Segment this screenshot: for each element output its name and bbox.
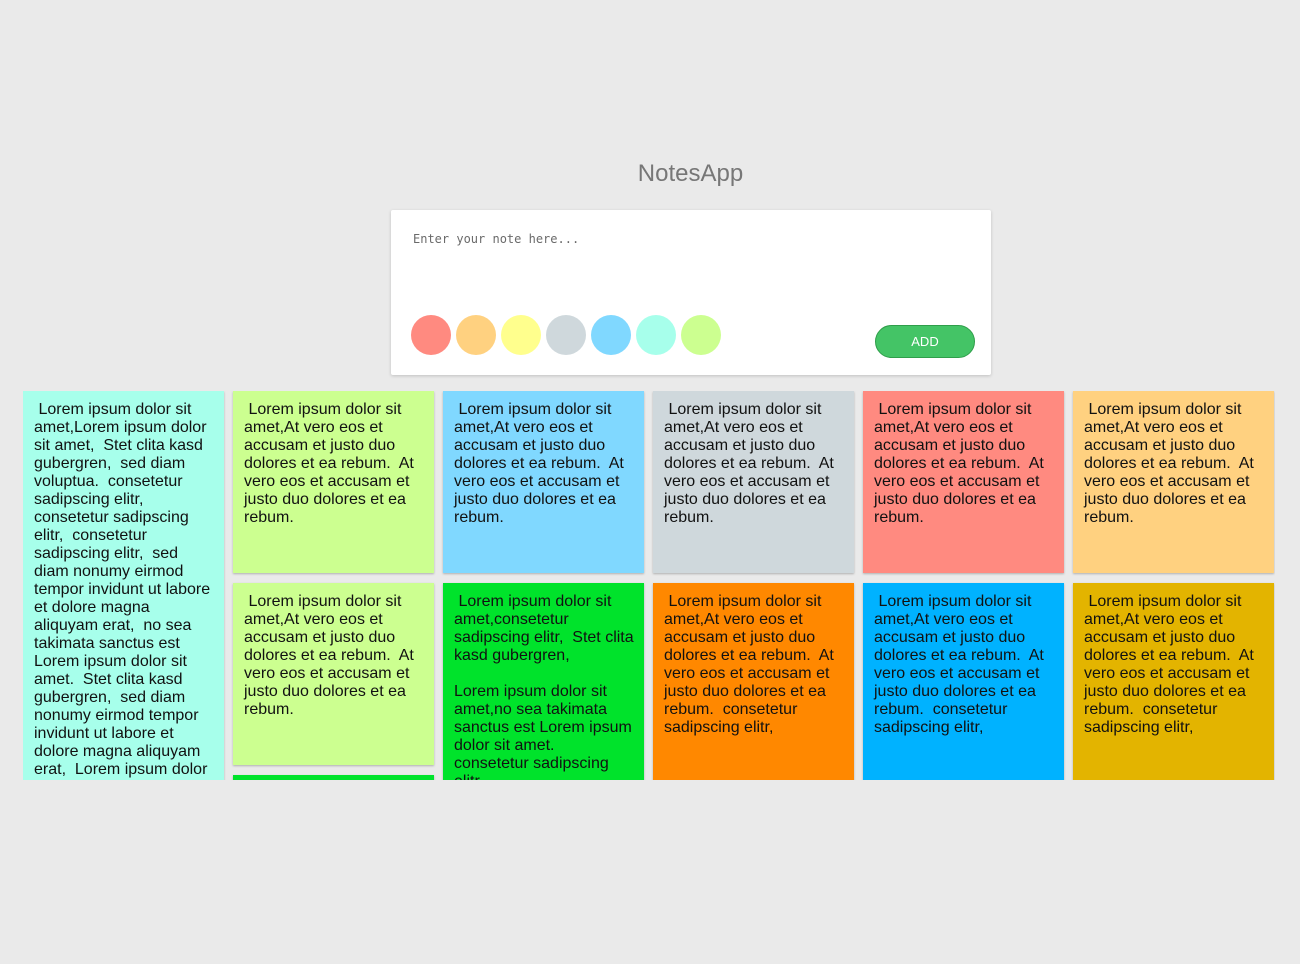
note-input[interactable]: [403, 230, 993, 304]
note-card[interactable]: Lorem ipsum dolor sit amet,consetetur sa…: [443, 583, 644, 780]
note-composer: ADD: [391, 210, 993, 375]
swatch-orange[interactable]: [456, 315, 496, 355]
swatch-teal[interactable]: [636, 315, 676, 355]
notes-board: Lorem ipsum dolor sit amet,Lorem ipsum d…: [23, 391, 1275, 780]
note-card[interactable]: [233, 775, 434, 780]
note-card[interactable]: Lorem ipsum dolor sit amet,At vero eos e…: [1073, 583, 1274, 780]
swatch-green[interactable]: [681, 315, 721, 355]
note-card[interactable]: Lorem ipsum dolor sit amet,At vero eos e…: [443, 391, 644, 573]
swatch-yellow[interactable]: [501, 315, 541, 355]
note-card[interactable]: Lorem ipsum dolor sit amet,At vero eos e…: [233, 391, 434, 573]
note-card[interactable]: Lorem ipsum dolor sit amet,At vero eos e…: [863, 583, 1064, 780]
swatch-red[interactable]: [411, 315, 451, 355]
note-card[interactable]: Lorem ipsum dolor sit amet,At vero eos e…: [1073, 391, 1274, 573]
color-swatches: [411, 315, 721, 355]
add-button[interactable]: ADD: [875, 325, 975, 358]
note-card[interactable]: Lorem ipsum dolor sit amet,At vero eos e…: [653, 391, 854, 573]
note-card[interactable]: Lorem ipsum dolor sit amet,At vero eos e…: [233, 583, 434, 765]
app-title: NotesApp: [637, 160, 744, 187]
note-card[interactable]: Lorem ipsum dolor sit amet,Lorem ipsum d…: [23, 391, 224, 780]
swatch-grey[interactable]: [546, 315, 586, 355]
swatch-blue[interactable]: [591, 315, 631, 355]
note-card[interactable]: Lorem ipsum dolor sit amet,At vero eos e…: [863, 391, 1064, 573]
note-card[interactable]: Lorem ipsum dolor sit amet,At vero eos e…: [653, 583, 854, 780]
